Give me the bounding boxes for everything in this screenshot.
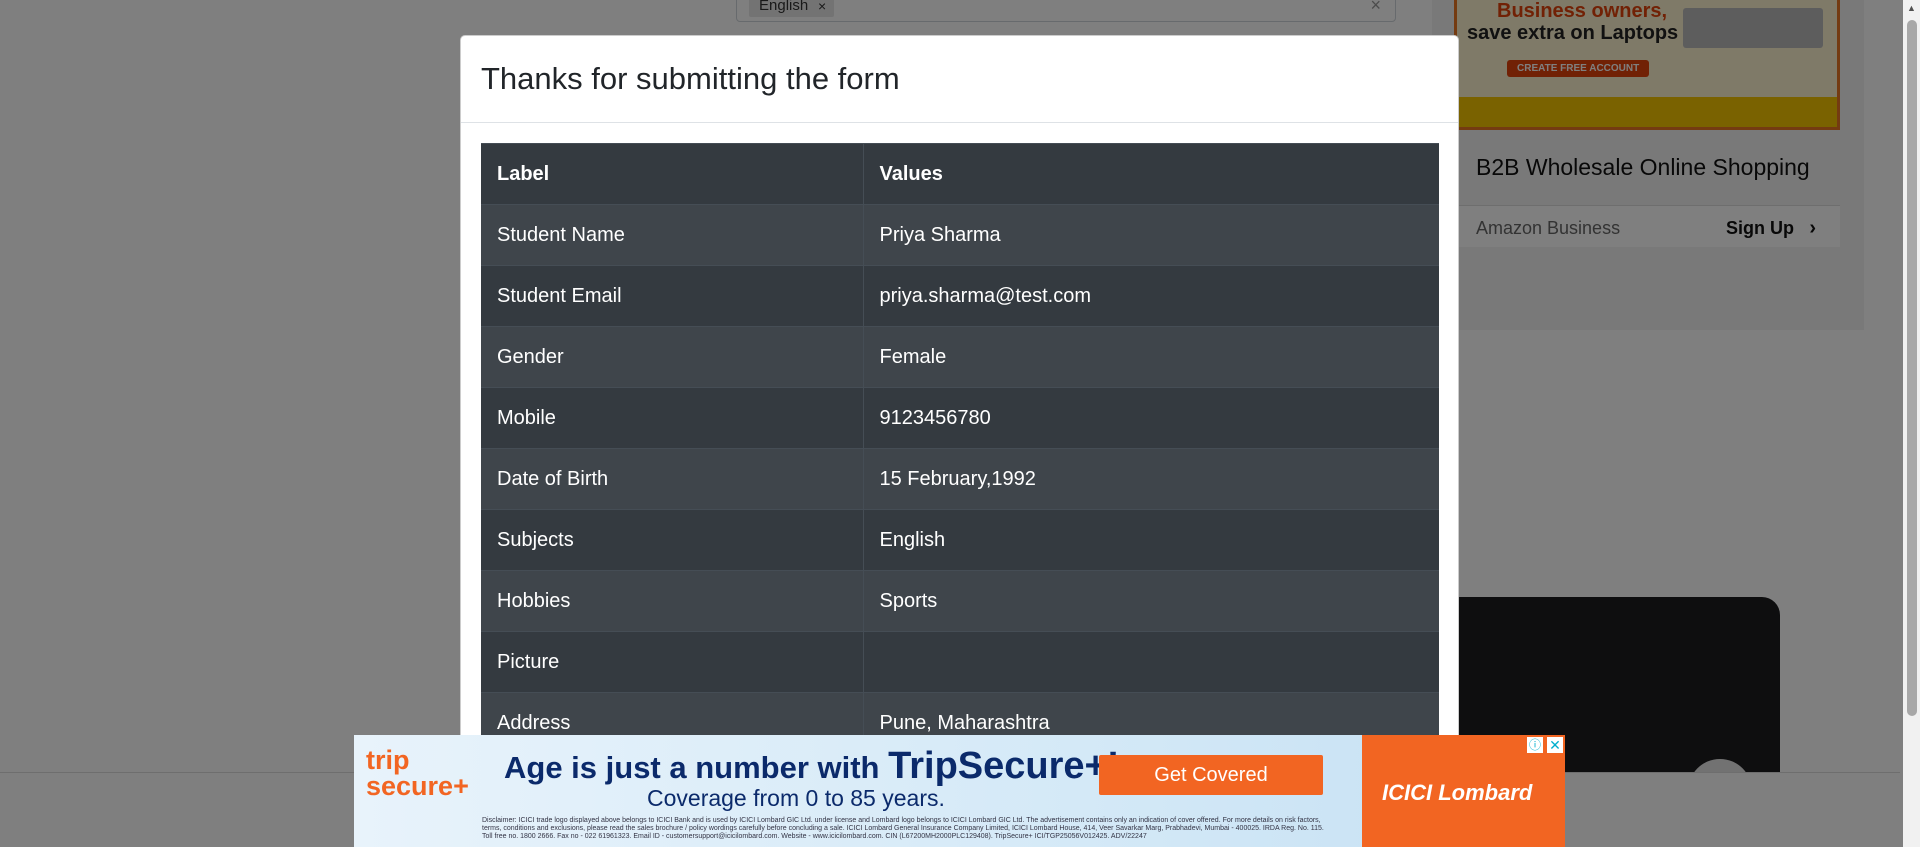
row-value <box>863 631 1439 693</box>
modal-title: Thanks for submitting the form <box>481 61 900 97</box>
table-row: Subjects English <box>481 509 1439 571</box>
ad-disclaimer: Disclaimer: ICICI trade logo displayed a… <box>482 817 1324 840</box>
row-value: 15 February,1992 <box>863 448 1439 510</box>
ad-logo-line1: trip <box>366 745 410 775</box>
results-table: Label Values Student Name Priya Sharma S… <box>481 143 1439 754</box>
icici-lombard-logo: ICICI Lombard <box>1382 780 1533 805</box>
submission-modal: Thanks for submitting the form Label Val… <box>460 35 1459 847</box>
bottom-ad-banner[interactable]: trip secure+ Age is just a number with T… <box>354 735 1565 847</box>
row-label: Student Name <box>481 204 864 266</box>
scroll-up-arrow-icon[interactable]: ▲ <box>1903 0 1920 17</box>
get-covered-button[interactable]: Get Covered <box>1099 755 1323 795</box>
page-scrollbar[interactable]: ▲ <box>1903 0 1920 847</box>
row-label: Gender <box>481 326 864 388</box>
table-row: Mobile 9123456780 <box>481 387 1439 449</box>
table-row: Gender Female <box>481 326 1439 388</box>
ad-logo-line2: secure+ <box>366 771 469 801</box>
tripsecure-logo: trip secure+ <box>366 745 469 801</box>
table-row: Hobbies Sports <box>481 570 1439 632</box>
table-row: Picture <box>481 631 1439 693</box>
row-label: Picture <box>481 631 864 693</box>
ad-headline-brand: TripSecure+! <box>888 745 1120 787</box>
ad-headline: Age is just a number with TripSecure+! <box>504 745 1119 788</box>
row-value: Sports <box>863 570 1439 632</box>
row-label: Mobile <box>481 387 864 449</box>
table-header-row: Label Values <box>481 143 1439 205</box>
table-row: Student Name Priya Sharma <box>481 204 1439 266</box>
ad-subline: Coverage from 0 to 85 years. <box>647 785 945 811</box>
scroll-thumb[interactable] <box>1907 20 1917 716</box>
row-value: English <box>863 509 1439 571</box>
table-row: Student Email priya.sharma@test.com <box>481 265 1439 327</box>
ad-headline-prefix: Age is just a number with <box>504 750 889 785</box>
row-value: 9123456780 <box>863 387 1439 449</box>
header-label: Label <box>481 143 864 205</box>
table-row: Date of Birth 15 February,1992 <box>481 448 1439 510</box>
row-label: Date of Birth <box>481 448 864 510</box>
row-value: Female <box>863 326 1439 388</box>
row-label: Hobbies <box>481 570 864 632</box>
close-icon[interactable]: ✕ <box>1547 737 1563 753</box>
row-label: Student Email <box>481 265 864 327</box>
row-label: Subjects <box>481 509 864 571</box>
modal-header: Thanks for submitting the form <box>461 36 1458 123</box>
header-values: Values <box>863 143 1439 205</box>
row-value: priya.sharma@test.com <box>863 265 1439 327</box>
row-value: Priya Sharma <box>863 204 1439 266</box>
info-icon[interactable]: ⓘ <box>1527 737 1543 753</box>
modal-body: Label Values Student Name Priya Sharma S… <box>461 123 1458 754</box>
